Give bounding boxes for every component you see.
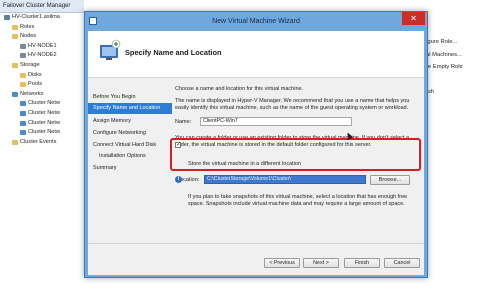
- cluster-icon: [4, 15, 10, 20]
- tree-item[interactable]: HV-Cluster1.asilma: [4, 13, 60, 22]
- actions-pane: onfigure Role... irtual Machines... reate …: [418, 12, 500, 122]
- previous-button[interactable]: < Previous: [264, 258, 300, 268]
- tree-item[interactable]: HV-NODE1: [20, 42, 57, 51]
- tree-item[interactable]: Nodes: [12, 32, 36, 41]
- tree-item[interactable]: Cluster Netw: [20, 99, 60, 108]
- wizard-step[interactable]: Connect Virtual Hard Disk: [88, 140, 172, 151]
- folder-icon: [12, 34, 18, 40]
- intro-text: Choose a name and location for this virt…: [175, 86, 304, 92]
- network-icon: [20, 111, 26, 116]
- wizard-content: Choose a name and location for this virt…: [172, 79, 422, 243]
- tree-item[interactable]: HV-NODE2: [20, 51, 57, 60]
- tree-item-label: Storage: [20, 62, 40, 68]
- finish-button[interactable]: Finish: [344, 258, 380, 268]
- wizard-step[interactable]: Before You Begin: [88, 92, 172, 103]
- node-icon: [20, 43, 26, 49]
- browse-button[interactable]: Browse...: [370, 175, 410, 185]
- tree-item-label: HV-NODE2: [28, 52, 57, 59]
- tree-item[interactable]: Cluster Netw: [20, 128, 60, 137]
- wizard-step[interactable]: Installation Options: [88, 151, 172, 162]
- tree-item[interactable]: Cluster Events: [12, 138, 56, 147]
- network-icon: [20, 130, 26, 136]
- store-checkbox[interactable]: ✓: [175, 142, 181, 148]
- name-label: Name:: [175, 119, 192, 125]
- tree-item-label: Pools: [28, 81, 42, 88]
- tree-item[interactable]: Pools: [20, 80, 42, 89]
- tree-item-label: Cluster Netw: [28, 119, 61, 126]
- new-virtual-machine-wizard: New Virtual Machine Wizard ✕ Specify Nam…: [84, 11, 428, 278]
- info-icon: i: [175, 176, 182, 183]
- location-input[interactable]: C:\ClusterStorage\Volume1\Cluster\: [204, 175, 366, 184]
- wizard-body: Specify Name and Location Before You Beg…: [88, 31, 424, 275]
- folder-icon: [12, 139, 18, 145]
- virtual-machine-icon: [100, 39, 121, 60]
- tree-item-label: Roles: [20, 23, 35, 30]
- wizard-step[interactable]: Configure Networking: [88, 128, 172, 139]
- network-icon: [20, 120, 26, 126]
- fcm-title: Failover Cluster Manager: [0, 0, 84, 13]
- cancel-button[interactable]: Cancel: [384, 258, 420, 268]
- node-icon: [20, 53, 26, 59]
- name-description: The name is displayed in Hyper-V Manager…: [175, 98, 410, 111]
- tree-item[interactable]: Cluster Netw: [20, 119, 60, 128]
- folder-icon: [20, 72, 26, 78]
- folder-icon: [20, 82, 26, 88]
- tree-item[interactable]: Storage: [12, 61, 40, 70]
- folder-icon: [12, 24, 18, 30]
- close-button[interactable]: ✕: [402, 12, 425, 25]
- empty-pane: [0, 175, 86, 287]
- tree-item[interactable]: Cluster Netw: [20, 109, 60, 118]
- tree-item-label: Nodes: [20, 33, 37, 40]
- wizard-footer: < Previous Next > Finish Cancel: [88, 243, 424, 275]
- navigation-tree: HV-Cluster1.asilma Roles Nodes HV-NODE1 HV-N…: [0, 13, 84, 173]
- page-heading: Specify Name and Location: [125, 48, 222, 57]
- folder-description: You can create a folder or use an existi…: [175, 135, 410, 148]
- next-button[interactable]: Next >: [303, 258, 339, 268]
- tree-item-label: HV-Cluster1.asilma: [12, 14, 60, 20]
- wizard-header: Specify Name and Location: [88, 31, 424, 78]
- snapshot-note: If you plan to take snapshots of this vi…: [188, 194, 408, 207]
- name-input[interactable]: ClientPC-Win7: [200, 117, 352, 126]
- store-checkbox-label[interactable]: Store the virtual machine in a different…: [188, 161, 301, 167]
- tree-item-label: Cluster Netw: [28, 110, 61, 116]
- tree-item[interactable]: Roles: [12, 23, 34, 32]
- wizard-step[interactable]: Summary: [88, 163, 172, 174]
- tree-item-label: Networks: [20, 90, 44, 97]
- wizard-step[interactable]: Assign Memory: [88, 116, 172, 127]
- tree-item-label: Cluster Netw: [28, 129, 61, 136]
- tree-item-label: Cluster Events: [20, 138, 57, 145]
- tree-item-label: HV-NODE1: [28, 42, 57, 49]
- tree-item-label: Cluster Netw: [28, 100, 61, 107]
- tree-item-label: Disks: [28, 71, 42, 78]
- empty-pane: [418, 125, 500, 287]
- wizard-step[interactable]: Specify Name and Location: [88, 103, 172, 114]
- wizard-title: New Virtual Machine Wizard: [212, 18, 300, 25]
- folder-icon: [12, 63, 18, 68]
- network-icon: [20, 101, 26, 107]
- network-icon: [12, 91, 18, 97]
- tree-item[interactable]: Disks: [20, 71, 42, 80]
- tree-item[interactable]: Networks: [12, 90, 43, 99]
